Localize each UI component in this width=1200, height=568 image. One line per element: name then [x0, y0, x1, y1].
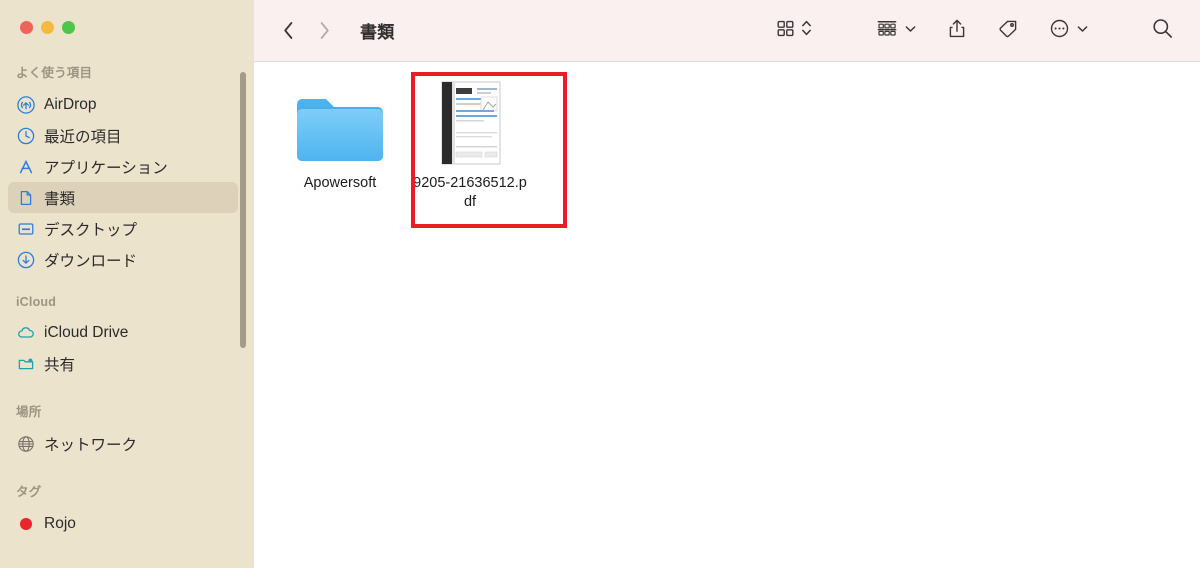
- back-button[interactable]: [280, 20, 296, 42]
- maximize-button[interactable]: [62, 21, 75, 34]
- ellipsis-circle-icon: [1049, 18, 1070, 44]
- tag-icon: [997, 18, 1019, 44]
- group-by-rows-icon: [876, 19, 898, 43]
- file-name-label: Apowersoft: [303, 175, 377, 191]
- sidebar-item-network[interactable]: ネットワーク: [8, 428, 238, 459]
- blue-folder-icon: [279, 74, 401, 166]
- forward-button[interactable]: [316, 20, 332, 42]
- sidebar-item-label: AirDrop: [44, 95, 97, 113]
- sidebar-section-title-tags: タグ: [16, 485, 42, 499]
- sidebar-item-label: 共有: [44, 356, 76, 374]
- sidebar-section-tags: タグ Rojo: [0, 481, 254, 539]
- sidebar-item-label: デスクトップ: [44, 221, 138, 239]
- sidebar-item-label: アプリケーション: [44, 159, 168, 177]
- icon-view-grid-icon: [776, 19, 795, 43]
- sidebar-item-label: ダウンロード: [44, 252, 138, 270]
- chevron-up-down-icon: [801, 18, 812, 43]
- airdrop-icon: [16, 95, 35, 114]
- file-item-folder[interactable]: Apowersoft: [279, 74, 401, 193]
- file-item-pdf[interactable]: 9205-21636512.pdf: [409, 74, 531, 211]
- minimize-button[interactable]: [41, 21, 54, 34]
- globe-icon: [16, 434, 35, 453]
- sidebar-item-label: 書類: [44, 190, 76, 208]
- clock-icon: [16, 126, 35, 145]
- desktop-icon: [16, 219, 35, 238]
- search-icon: [1151, 17, 1174, 45]
- pdf-document-thumbnail: [409, 74, 531, 166]
- window-controls: [20, 21, 75, 34]
- sidebar-item-downloads[interactable]: ダウンロード: [8, 244, 238, 275]
- sidebar-section-title-locations: 場所: [16, 405, 42, 419]
- sidebar-section-title-icloud: iCloud: [16, 295, 57, 309]
- finder-window: よく使う項目 AirDrop 最近の項目 アプリケーション 書類 デスクトップ …: [0, 0, 1200, 568]
- navigation-buttons: [280, 20, 332, 42]
- sidebar-item-shared[interactable]: 共有: [8, 348, 238, 379]
- sidebar-scrollbar[interactable]: [240, 72, 246, 348]
- sidebar-item-recents[interactable]: 最近の項目: [8, 120, 238, 151]
- sidebar-item-label: 最近の項目: [44, 128, 122, 146]
- more-options-button[interactable]: [1049, 12, 1089, 50]
- sidebar-item-label: Rojo: [44, 514, 76, 532]
- page-title: 書類: [360, 23, 395, 42]
- downloads-icon: [16, 250, 35, 269]
- sidebar-section-favorites: よく使う項目 AirDrop 最近の項目 アプリケーション 書類 デスクトップ …: [0, 62, 254, 275]
- sidebar-item-documents[interactable]: 書類: [8, 182, 238, 213]
- group-by-button[interactable]: [876, 12, 917, 50]
- sidebar-item-tag-rojo[interactable]: Rojo: [8, 508, 238, 539]
- shared-folder-icon: [16, 354, 35, 373]
- sidebar-item-icloud-drive[interactable]: iCloud Drive: [8, 317, 238, 348]
- sidebar-section-locations: 場所 ネットワーク: [0, 401, 254, 459]
- view-mode-button[interactable]: [776, 12, 812, 50]
- search-button[interactable]: [1151, 12, 1174, 50]
- file-name-label: 9205-21636512.pdf: [413, 175, 527, 210]
- file-grid: Apowersoft 9205-21636512.pdf: [254, 62, 1200, 567]
- sidebar-item-applications[interactable]: アプリケーション: [8, 151, 238, 182]
- toolbar-actions: [776, 0, 1200, 61]
- chevron-down-icon: [1076, 22, 1089, 40]
- share-icon: [947, 18, 967, 44]
- sidebar-item-label: iCloud Drive: [44, 323, 129, 341]
- sidebar-item-airdrop[interactable]: AirDrop: [8, 89, 238, 120]
- tag-button[interactable]: [997, 12, 1019, 50]
- sidebar: よく使う項目 AirDrop 最近の項目 アプリケーション 書類 デスクトップ …: [0, 0, 254, 568]
- main-area: 書類 Apowersoft 9205-21636512.pdf: [254, 0, 1200, 568]
- applications-icon: [16, 157, 35, 176]
- sidebar-item-desktop[interactable]: デスクトップ: [8, 213, 238, 244]
- cloud-icon: [16, 323, 35, 342]
- close-button[interactable]: [20, 21, 33, 34]
- sidebar-scroll-area: よく使う項目 AirDrop 最近の項目 アプリケーション 書類 デスクトップ …: [0, 62, 254, 568]
- chevron-down-icon: [904, 22, 917, 40]
- sidebar-section-icloud: iCloud iCloud Drive 共有: [0, 295, 254, 379]
- sidebar-section-title-favorites: よく使う項目: [16, 66, 93, 80]
- tag-dot-icon: [16, 514, 35, 533]
- toolbar: 書類: [254, 0, 1200, 62]
- document-icon: [16, 188, 35, 207]
- sidebar-item-label: ネットワーク: [44, 436, 138, 454]
- share-button[interactable]: [947, 12, 967, 50]
